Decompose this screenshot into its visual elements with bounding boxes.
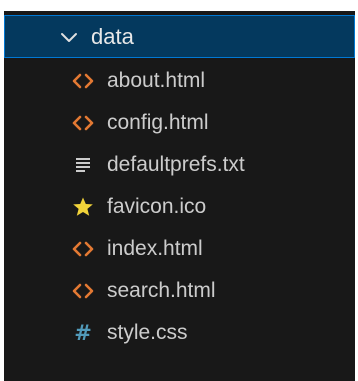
folder-row-data[interactable]: data xyxy=(4,15,355,58)
file-name: config.html xyxy=(107,111,209,134)
file-item-style-css[interactable]: # style.css xyxy=(4,312,355,354)
chevron-down-icon[interactable] xyxy=(60,28,78,46)
html-icon xyxy=(72,283,94,299)
file-item-about-html[interactable]: about.html xyxy=(4,60,355,102)
file-name: index.html xyxy=(107,237,203,260)
file-item-index-html[interactable]: index.html xyxy=(4,228,355,270)
file-item-favicon-ico[interactable]: favicon.ico xyxy=(4,186,355,228)
file-name: style.css xyxy=(107,321,188,344)
html-icon xyxy=(72,241,94,257)
html-icon xyxy=(72,115,94,131)
html-icon xyxy=(72,73,94,89)
file-item-search-html[interactable]: search.html xyxy=(4,270,355,312)
file-name: defaultprefs.txt xyxy=(107,153,245,176)
file-name: about.html xyxy=(107,69,206,92)
file-explorer-panel: data about.html config.html defaultprefs… xyxy=(4,11,355,381)
text-file-icon xyxy=(76,158,90,172)
screenshot: data about.html config.html defaultprefs… xyxy=(0,0,358,381)
file-item-defaultprefs-txt[interactable]: defaultprefs.txt xyxy=(4,144,355,186)
star-icon xyxy=(73,197,93,216)
file-name: search.html xyxy=(107,279,216,302)
css-hash-icon: # xyxy=(74,321,92,345)
folder-name: data xyxy=(91,24,134,49)
file-item-config-html[interactable]: config.html xyxy=(4,102,355,144)
file-name: favicon.ico xyxy=(107,195,207,218)
